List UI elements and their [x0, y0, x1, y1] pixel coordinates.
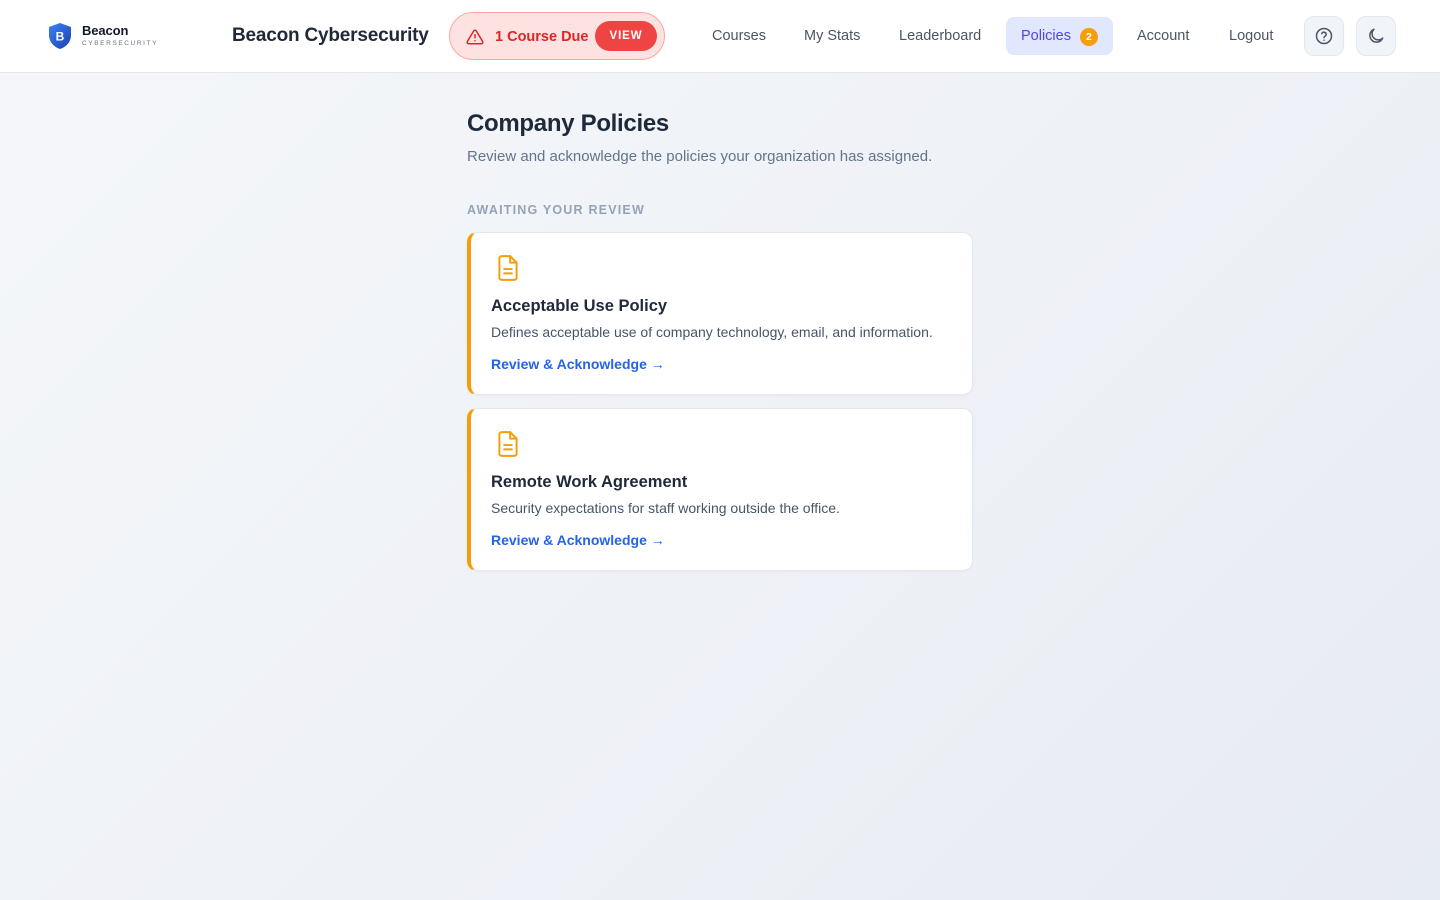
help-button[interactable]: [1304, 16, 1344, 56]
top-navbar: B Beacon CYBERSECURITY Beacon Cybersecur…: [0, 0, 1440, 73]
review-acknowledge-link[interactable]: Review & Acknowledge →: [491, 531, 665, 549]
review-acknowledge-link[interactable]: Review & Acknowledge →: [491, 355, 665, 373]
nav-leaderboard[interactable]: Leaderboard: [899, 17, 981, 55]
course-due-text: 1 Course Due: [495, 29, 589, 45]
document-icon: [498, 431, 518, 457]
nav-account[interactable]: Account: [1137, 17, 1189, 55]
policy-description: Defines acceptable use of company techno…: [491, 324, 933, 340]
moon-icon: [1369, 28, 1384, 43]
policy-card-acceptable-use: Acceptable Use Policy Defines acceptable…: [467, 232, 973, 395]
nav-logout[interactable]: Logout: [1229, 17, 1273, 55]
policy-list: Acceptable Use Policy Defines acceptable…: [467, 232, 973, 571]
policy-title: Remote Work Agreement: [491, 473, 688, 491]
section-label-awaiting-review: AWAITING YOUR REVIEW: [467, 203, 645, 217]
policies-page: Company Policies Review and acknowledge …: [467, 108, 973, 584]
document-icon: [498, 255, 518, 281]
page-title: Company Policies: [467, 110, 669, 137]
logo-subtitle: CYBERSECURITY: [82, 40, 159, 47]
theme-toggle-button[interactable]: [1356, 16, 1396, 56]
logo-name: Beacon: [82, 23, 129, 38]
nav-courses[interactable]: Courses: [712, 17, 766, 55]
policy-description: Security expectations for staff working …: [491, 500, 840, 516]
policy-card-remote-work: Remote Work Agreement Security expectati…: [467, 408, 973, 571]
warning-triangle-icon: [466, 29, 484, 45]
view-course-button[interactable]: VIEW: [595, 21, 657, 51]
brand-logo[interactable]: B Beacon CYBERSECURITY: [48, 22, 158, 50]
nav-policies-label: Policies: [1021, 28, 1071, 44]
app-title: Beacon Cybersecurity: [232, 25, 429, 46]
nav-policies[interactable]: Policies 2: [1006, 17, 1113, 55]
policies-count-badge: 2: [1079, 28, 1098, 46]
course-due-alert[interactable]: 1 Course Due VIEW: [449, 12, 665, 60]
policy-title: Acceptable Use Policy: [491, 297, 668, 315]
help-circle-icon: [1315, 27, 1333, 45]
nav-my-stats[interactable]: My Stats: [804, 17, 860, 55]
logo-letter: B: [56, 30, 65, 44]
page-subtitle: Review and acknowledge the policies your…: [467, 148, 933, 165]
logo-text: Beacon CYBERSECURITY: [82, 24, 158, 48]
shield-logo-icon: B: [49, 23, 71, 49]
